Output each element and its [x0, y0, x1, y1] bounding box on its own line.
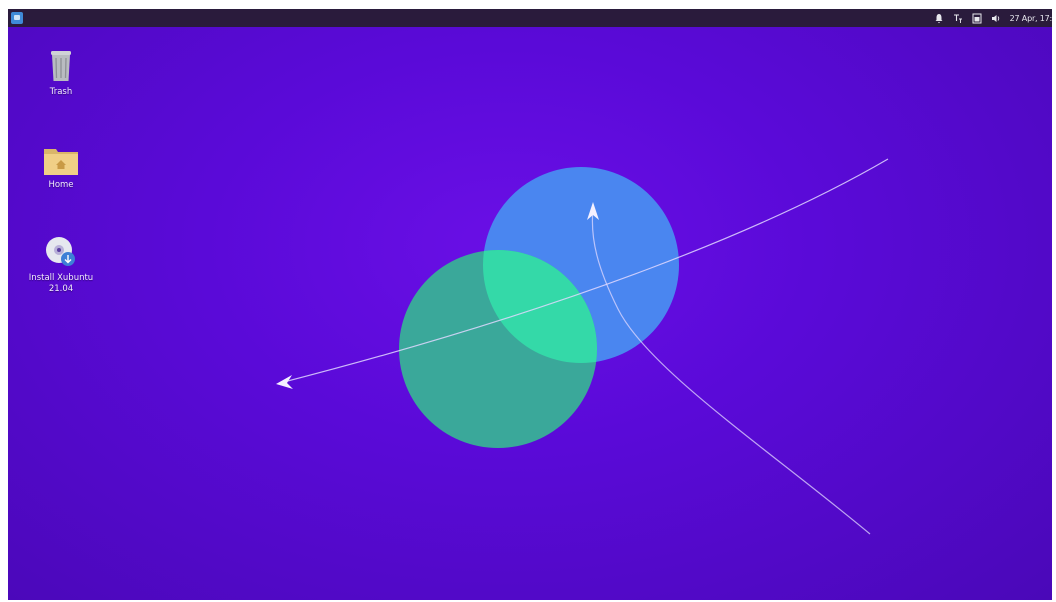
home-folder-icon — [43, 146, 79, 176]
notification-bell-icon[interactable] — [934, 13, 944, 24]
install-disc-icon — [44, 235, 78, 269]
trash-icon — [48, 49, 74, 83]
desktop-icon-home[interactable]: Home — [21, 146, 101, 191]
left-arrowhead — [276, 375, 293, 389]
trash-label: Trash — [49, 87, 73, 97]
desktop-icon-trash[interactable]: Trash — [21, 49, 101, 98]
home-label: Home — [48, 180, 74, 190]
install-xubuntu-label: Install Xubuntu 21.04 — [28, 273, 94, 294]
keyboard-layout-icon[interactable] — [953, 13, 963, 24]
volume-icon[interactable] — [991, 13, 1001, 24]
clock[interactable]: 27 Apr, 17: — [1010, 14, 1052, 23]
desktop-screen: 27 Apr, 17: Trash Home Install Xubuntu 2… — [8, 9, 1052, 600]
battery-icon[interactable] — [972, 13, 982, 24]
top-panel: 27 Apr, 17: — [8, 9, 1052, 27]
system-tray: 27 Apr, 17: — [934, 9, 1052, 27]
whisker-menu-icon[interactable] — [11, 12, 23, 24]
wallpaper-art — [276, 9, 889, 535]
desktop-icon-install-xubuntu[interactable]: Install Xubuntu 21.04 — [21, 235, 101, 295]
